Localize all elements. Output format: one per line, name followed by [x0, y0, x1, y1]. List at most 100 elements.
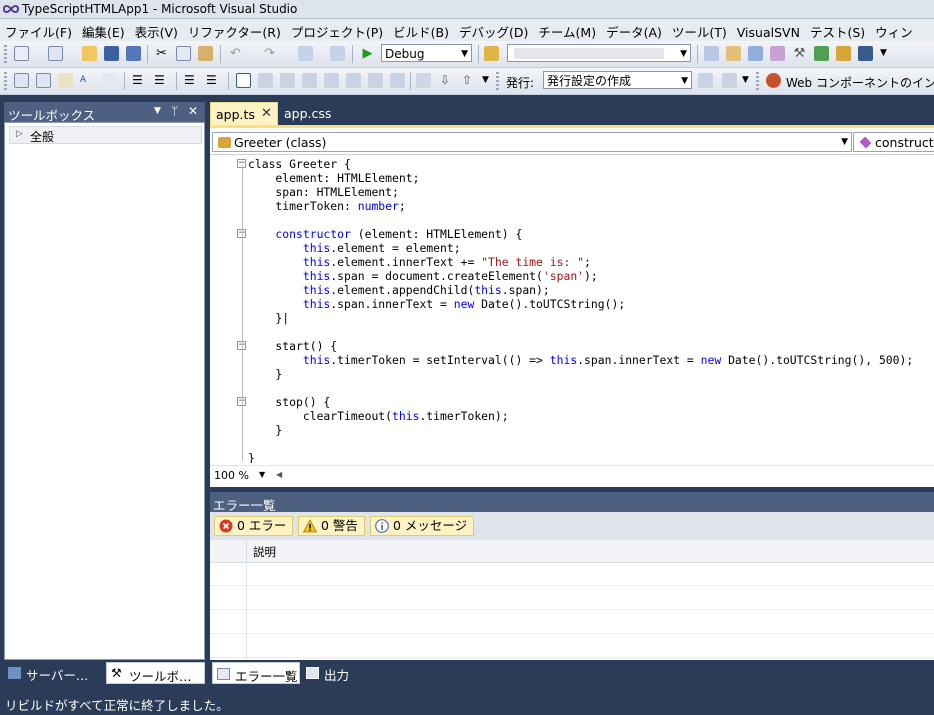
clear-bookmarks-icon[interactable] — [390, 73, 405, 88]
warnings-filter-button[interactable]: 0 警告 — [298, 516, 365, 536]
bookmark-icon[interactable] — [102, 73, 117, 88]
pin-icon[interactable]: ᛘ — [171, 104, 178, 118]
code-line[interactable]: } — [248, 367, 934, 381]
copy-icon[interactable] — [176, 46, 191, 61]
previous-bookmark-doc-icon[interactable] — [346, 73, 361, 88]
member-combo[interactable]: constructor — [853, 132, 934, 152]
toolbar-grip[interactable] — [496, 72, 499, 90]
object-browser-icon[interactable] — [748, 46, 763, 61]
move-down-icon[interactable]: ⇩ — [440, 73, 455, 88]
complete-word-icon[interactable]: A — [80, 73, 95, 88]
code-line[interactable]: this.span.innerText = new Date().toUTCSt… — [248, 297, 934, 311]
menu-project[interactable]: プロジェクト(P) — [286, 19, 388, 41]
publish-profile-combo[interactable]: 発行設定の作成 ▼ — [543, 71, 692, 89]
decrease-indent-icon[interactable]: ☰ — [132, 73, 147, 88]
configuration-combo[interactable]: Debug ▼ — [381, 44, 472, 62]
solution-explorer-icon[interactable] — [704, 46, 719, 61]
errors-filter-button[interactable]: 0 エラー — [214, 516, 294, 536]
tab-server-explorer[interactable]: サーバー… — [4, 662, 104, 684]
toolbar-grip[interactable] — [4, 45, 7, 63]
code-text[interactable]: class Greeter { element: HTMLElement; sp… — [248, 157, 934, 463]
menu-window[interactable]: ウィン — [870, 19, 918, 41]
move-up-icon[interactable]: ⇧ — [462, 73, 477, 88]
display-object-members-icon[interactable] — [14, 73, 29, 88]
undo-icon[interactable]: ↶ — [228, 46, 243, 61]
publish-settings-icon[interactable] — [722, 73, 737, 88]
format-selection-icon[interactable] — [416, 73, 431, 88]
toggle-bookmark-icon[interactable] — [236, 73, 251, 88]
publish-web-icon[interactable] — [698, 73, 713, 88]
menu-team[interactable]: チーム(M) — [533, 19, 601, 41]
chevron-down-icon[interactable]: ▼ — [259, 470, 265, 479]
class-view-icon[interactable] — [836, 46, 851, 61]
next-bookmark-icon[interactable] — [280, 73, 295, 88]
parameter-info-icon[interactable] — [36, 73, 51, 88]
chevron-down-icon[interactable]: ▼ — [742, 73, 757, 88]
increase-indent-icon[interactable]: ☰ — [154, 73, 169, 88]
code-line[interactable]: this.element.innerText += "The time is: … — [248, 255, 934, 269]
menu-debug[interactable]: デバッグ(D) — [454, 19, 533, 41]
toolbox-icon[interactable] — [770, 46, 785, 61]
code-line[interactable]: } — [248, 451, 934, 463]
code-line[interactable]: constructor (element: HTMLElement) { — [248, 227, 934, 241]
menu-file[interactable]: ファイル(F) — [0, 19, 77, 41]
platform-combo[interactable]: ▼ — [507, 44, 691, 62]
code-line[interactable]: clearTimeout(this.timerToken); — [248, 409, 934, 423]
redo-icon[interactable]: ↷ — [262, 46, 277, 61]
code-line[interactable]: } — [248, 423, 934, 437]
previous-bookmark-icon[interactable] — [258, 73, 273, 88]
toolbar-grip[interactable] — [4, 72, 7, 90]
find-in-files-icon[interactable] — [484, 46, 499, 61]
start-debugging-icon[interactable]: ▶ — [360, 46, 375, 61]
open-folder-icon[interactable] — [82, 46, 97, 61]
zoom-level[interactable]: 100 % — [214, 469, 249, 482]
tab-app-ts[interactable]: app.ts ✕ — [210, 102, 278, 125]
menu-refactor[interactable]: リファクター(R) — [183, 19, 286, 41]
tools-icon[interactable]: ⚒ — [792, 46, 807, 61]
toolbar-grip[interactable] — [756, 72, 759, 90]
tab-toolbox[interactable]: ⚒ ツールボ… — [106, 662, 205, 684]
quick-info-icon[interactable] — [58, 73, 73, 88]
column-description[interactable]: 説明 — [253, 544, 276, 560]
menu-edit[interactable]: 編集(E) — [77, 19, 130, 41]
code-line[interactable]: element: HTMLElement; — [248, 171, 934, 185]
previous-bookmark-folder-icon[interactable] — [302, 73, 317, 88]
tab-error-list[interactable]: エラー一覧 — [212, 662, 300, 684]
type-combo[interactable]: Greeter (class) ▼ — [212, 132, 852, 152]
extension-manager-icon[interactable] — [814, 46, 829, 61]
code-line[interactable] — [248, 213, 934, 227]
menu-test[interactable]: テスト(S) — [805, 19, 870, 41]
add-item-icon[interactable] — [48, 46, 63, 61]
navigate-back-icon[interactable] — [298, 46, 313, 61]
scroll-left-icon[interactable]: ◀ — [276, 470, 282, 479]
expand-icon[interactable]: ▷ — [16, 129, 23, 139]
code-line[interactable]: class Greeter { — [248, 157, 934, 171]
navigate-forward-icon[interactable] — [330, 46, 345, 61]
code-line[interactable] — [248, 437, 934, 451]
menu-build[interactable]: ビルド(B) — [388, 19, 454, 41]
next-bookmark-doc-icon[interactable] — [368, 73, 383, 88]
uncomment-lines-icon[interactable]: ☰ — [206, 73, 221, 88]
code-line[interactable]: this.span = document.createElement('span… — [248, 269, 934, 283]
code-line[interactable]: span: HTMLElement; — [248, 185, 934, 199]
menu-data[interactable]: データ(A) — [601, 19, 667, 41]
code-line[interactable]: start() { — [248, 339, 934, 353]
web-component-icon[interactable] — [766, 73, 781, 88]
code-line[interactable]: this.timerToken = setInterval(() => this… — [248, 353, 934, 367]
tab-app-css[interactable]: app.css — [282, 102, 342, 125]
menu-tools[interactable]: ツール(T) — [667, 19, 732, 41]
code-line[interactable]: stop() { — [248, 395, 934, 409]
chevron-down-icon[interactable]: ▼ — [482, 73, 497, 88]
close-icon[interactable]: ✕ — [188, 104, 198, 118]
code-line[interactable]: this.element = element; — [248, 241, 934, 255]
comment-lines-icon[interactable]: ☰ — [184, 73, 199, 88]
code-line[interactable]: this.element.appendChild(this.span); — [248, 283, 934, 297]
tab-output[interactable]: 出力 — [302, 662, 362, 684]
code-line[interactable] — [248, 325, 934, 339]
save-all-icon[interactable] — [126, 46, 141, 61]
new-project-icon[interactable] — [14, 46, 29, 61]
toolbox-group-general[interactable]: ▷ 全般 — [9, 126, 202, 144]
messages-filter-button[interactable]: 0 メッセージ — [370, 516, 475, 536]
next-bookmark-folder-icon[interactable] — [324, 73, 339, 88]
code-line[interactable]: timerToken: number; — [248, 199, 934, 213]
